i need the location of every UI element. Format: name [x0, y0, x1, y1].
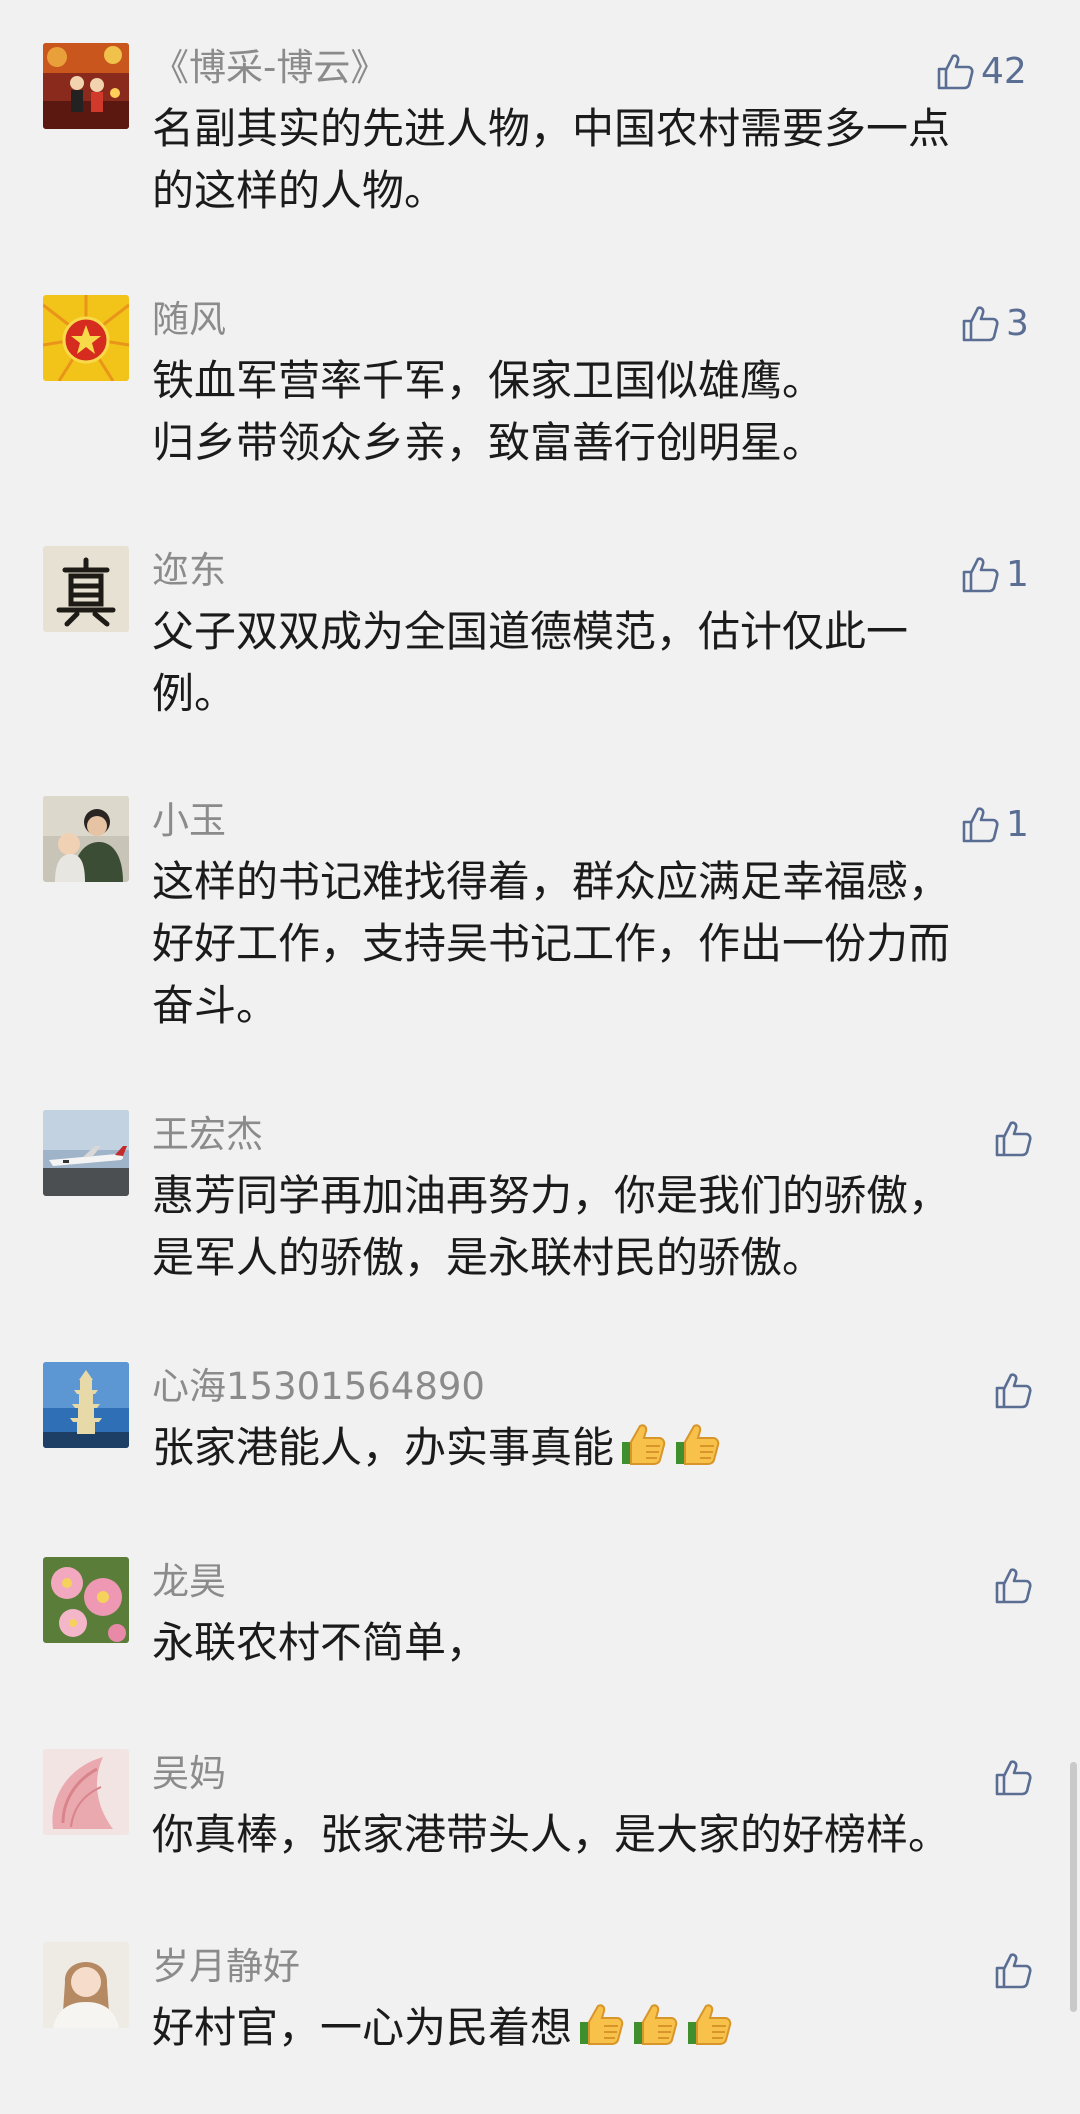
comment-author[interactable]: 小玉: [152, 798, 226, 844]
avatar[interactable]: [43, 1362, 129, 1448]
thumbs-up-icon: [995, 1568, 1032, 1604]
like-count: 3: [1006, 303, 1029, 344]
red-star-emblem-icon: [43, 295, 129, 381]
avatar[interactable]: [43, 1942, 129, 2028]
thumbs-up-icon: [962, 306, 999, 342]
scrollbar[interactable]: [1070, 1762, 1077, 2012]
comment-author[interactable]: 《博采-博云》: [152, 45, 387, 91]
comment-author[interactable]: 王宏杰: [152, 1112, 263, 1158]
avatar[interactable]: [43, 295, 129, 381]
comment-author[interactable]: 心海15301564890: [152, 1364, 485, 1410]
like-count: 42: [981, 51, 1027, 92]
like-button[interactable]: [993, 1368, 1039, 1414]
like-button[interactable]: [993, 1948, 1039, 1994]
comment-text: 张家港能人，办实事真能: [152, 1417, 1032, 1479]
comment-author[interactable]: 吴妈: [152, 1751, 226, 1797]
like-button[interactable]: [993, 1755, 1039, 1801]
avatar[interactable]: [43, 796, 129, 882]
comment-text: 好村官，一心为民着想: [152, 1997, 1032, 2059]
thumbs-up-emoji-icon: [574, 1998, 626, 2050]
comment-text: 你真棒，张家港带头人，是大家的好榜样。: [152, 1810, 951, 1859]
comment-author[interactable]: 岁月静好: [152, 1944, 300, 1990]
comment-author[interactable]: 龙昊: [152, 1559, 226, 1605]
like-button[interactable]: [993, 1563, 1039, 1609]
like-count: 1: [1006, 554, 1029, 595]
woman-with-baby-photo-icon: [43, 796, 129, 882]
comment-author[interactable]: 迩东: [152, 548, 226, 594]
avatar[interactable]: [43, 1557, 129, 1643]
thumbs-up-emoji-icon: [682, 1998, 734, 2050]
thumbs-up-icon: [962, 557, 999, 593]
pink-petal-photo-icon: [43, 1749, 129, 1835]
like-button[interactable]: 42: [935, 49, 1027, 95]
like-count: 1: [1006, 804, 1029, 845]
avatar[interactable]: [43, 546, 129, 632]
thumbs-up-icon: [995, 1760, 1032, 1796]
comment-text: 父子双双成为全国道德模范，估计仅此一 例。: [152, 607, 909, 718]
comment-list: 《博采-博云》 42 名副其实的先进人物，中国农村需要多一点 的这样的人物。 随…: [0, 0, 1080, 2114]
like-button[interactable]: [993, 1116, 1039, 1162]
thumbs-up-icon: [995, 1121, 1032, 1157]
comment-text: 铁血军营率千军，保家卫国似雄鹰。 归乡带领众乡亲，致富善行创明星。: [152, 356, 825, 467]
avatar[interactable]: [43, 1110, 129, 1196]
calligraphy-character-icon: [43, 546, 129, 632]
like-button[interactable]: 1: [960, 802, 1029, 848]
comment-text: 永联农村不简单，: [152, 1618, 489, 1667]
thumbs-up-icon: [995, 1373, 1032, 1409]
thumbs-up-icon: [937, 54, 974, 90]
thumbs-up-icon: [995, 1953, 1032, 1989]
comment-text-content: 好村官，一心为民着想: [152, 2003, 573, 2052]
comment-text: 这样的书记难找得着，群众应满足幸福感， 好好工作，支持吴书记工作，作出一份力而 …: [152, 857, 951, 1030]
avatar[interactable]: [43, 43, 129, 129]
girl-portrait-photo-icon: [43, 1942, 129, 2028]
thumbs-up-icon: [962, 807, 999, 843]
comment-text: 名副其实的先进人物，中国农村需要多一点 的这样的人物。: [152, 104, 951, 215]
airplane-photo-icon: [43, 1110, 129, 1196]
thumbs-up-emoji-icon: [616, 1418, 668, 1470]
stage-performance-photo-icon: [43, 43, 129, 129]
comment-author[interactable]: 随风: [152, 297, 226, 343]
like-button[interactable]: 3: [960, 301, 1029, 347]
thumbs-up-emoji-icon: [628, 1998, 680, 2050]
like-button[interactable]: 1: [960, 552, 1029, 598]
pagoda-photo-icon: [43, 1362, 129, 1448]
comment-text: 惠芳同学再加油再努力，你是我们的骄傲， 是军人的骄傲，是永联村民的骄傲。: [152, 1171, 951, 1282]
comment-text-content: 张家港能人，办实事真能: [152, 1423, 615, 1472]
avatar[interactable]: [43, 1749, 129, 1835]
thumbs-up-emoji-icon: [670, 1418, 722, 1470]
pink-flowers-photo-icon: [43, 1557, 129, 1643]
